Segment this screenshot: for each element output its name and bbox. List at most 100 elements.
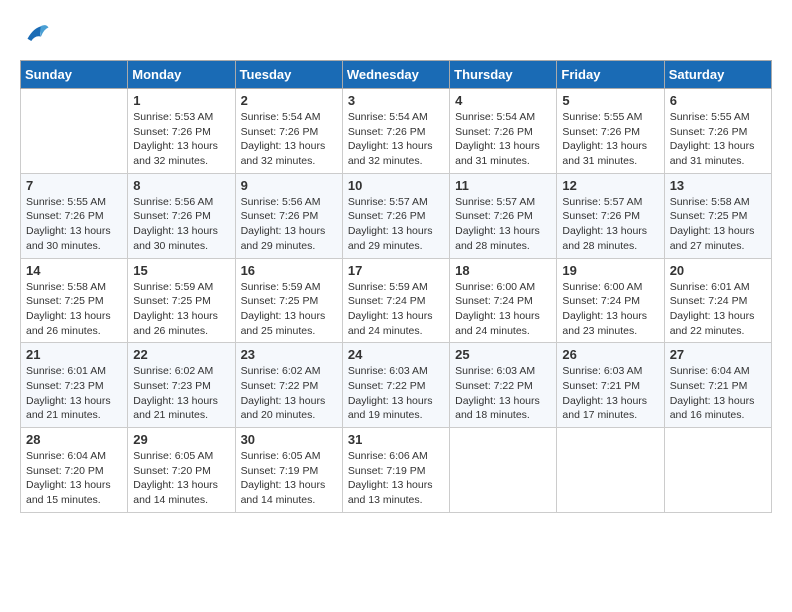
day-number: 13 [670, 178, 766, 193]
sunset-text: Sunset: 7:21 PM [670, 380, 748, 392]
day-info: Sunrise: 6:01 AM Sunset: 7:23 PM Dayligh… [26, 364, 122, 423]
calendar-cell: 7 Sunrise: 5:55 AM Sunset: 7:26 PM Dayli… [21, 173, 128, 258]
day-number: 28 [26, 432, 122, 447]
daylight-text: Daylight: 13 hours and 32 minutes. [241, 140, 326, 167]
day-number: 22 [133, 347, 229, 362]
sunrise-text: Sunrise: 6:06 AM [348, 450, 428, 462]
daylight-text: Daylight: 13 hours and 21 minutes. [26, 395, 111, 422]
sunrise-text: Sunrise: 5:57 AM [562, 196, 642, 208]
daylight-text: Daylight: 13 hours and 30 minutes. [26, 225, 111, 252]
logo-icon [20, 20, 50, 50]
daylight-text: Daylight: 13 hours and 31 minutes. [455, 140, 540, 167]
sunrise-text: Sunrise: 5:53 AM [133, 111, 213, 123]
sunrise-text: Sunrise: 6:03 AM [562, 365, 642, 377]
sunset-text: Sunset: 7:26 PM [455, 126, 533, 138]
day-info: Sunrise: 5:54 AM Sunset: 7:26 PM Dayligh… [241, 110, 337, 169]
day-number: 23 [241, 347, 337, 362]
sunset-text: Sunset: 7:20 PM [133, 465, 211, 477]
calendar-cell: 12 Sunrise: 5:57 AM Sunset: 7:26 PM Dayl… [557, 173, 664, 258]
day-number: 6 [670, 93, 766, 108]
calendar-week-4: 21 Sunrise: 6:01 AM Sunset: 7:23 PM Dayl… [21, 343, 772, 428]
calendar-cell: 18 Sunrise: 6:00 AM Sunset: 7:24 PM Dayl… [450, 258, 557, 343]
day-number: 14 [26, 263, 122, 278]
day-info: Sunrise: 6:05 AM Sunset: 7:20 PM Dayligh… [133, 449, 229, 508]
day-info: Sunrise: 5:55 AM Sunset: 7:26 PM Dayligh… [670, 110, 766, 169]
day-number: 26 [562, 347, 658, 362]
calendar-cell: 23 Sunrise: 6:02 AM Sunset: 7:22 PM Dayl… [235, 343, 342, 428]
day-number: 31 [348, 432, 444, 447]
weekday-header-sunday: Sunday [21, 61, 128, 89]
sunrise-text: Sunrise: 6:02 AM [241, 365, 321, 377]
daylight-text: Daylight: 13 hours and 14 minutes. [133, 479, 218, 506]
sunrise-text: Sunrise: 6:04 AM [26, 450, 106, 462]
day-number: 17 [348, 263, 444, 278]
daylight-text: Daylight: 13 hours and 32 minutes. [348, 140, 433, 167]
day-info: Sunrise: 5:57 AM Sunset: 7:26 PM Dayligh… [455, 195, 551, 254]
day-number: 5 [562, 93, 658, 108]
daylight-text: Daylight: 13 hours and 29 minutes. [241, 225, 326, 252]
sunset-text: Sunset: 7:26 PM [348, 126, 426, 138]
daylight-text: Daylight: 13 hours and 18 minutes. [455, 395, 540, 422]
calendar-cell: 5 Sunrise: 5:55 AM Sunset: 7:26 PM Dayli… [557, 89, 664, 174]
sunset-text: Sunset: 7:26 PM [26, 210, 104, 222]
sunset-text: Sunset: 7:26 PM [133, 126, 211, 138]
day-number: 25 [455, 347, 551, 362]
calendar-cell: 30 Sunrise: 6:05 AM Sunset: 7:19 PM Dayl… [235, 428, 342, 513]
calendar-cell: 15 Sunrise: 5:59 AM Sunset: 7:25 PM Dayl… [128, 258, 235, 343]
weekday-header-wednesday: Wednesday [342, 61, 449, 89]
calendar-cell: 28 Sunrise: 6:04 AM Sunset: 7:20 PM Dayl… [21, 428, 128, 513]
sunrise-text: Sunrise: 5:54 AM [241, 111, 321, 123]
calendar-cell: 17 Sunrise: 5:59 AM Sunset: 7:24 PM Dayl… [342, 258, 449, 343]
weekday-header-thursday: Thursday [450, 61, 557, 89]
sunrise-text: Sunrise: 5:54 AM [455, 111, 535, 123]
daylight-text: Daylight: 13 hours and 21 minutes. [133, 395, 218, 422]
calendar-cell: 20 Sunrise: 6:01 AM Sunset: 7:24 PM Dayl… [664, 258, 771, 343]
day-info: Sunrise: 5:58 AM Sunset: 7:25 PM Dayligh… [26, 280, 122, 339]
sunset-text: Sunset: 7:26 PM [562, 126, 640, 138]
calendar-week-3: 14 Sunrise: 5:58 AM Sunset: 7:25 PM Dayl… [21, 258, 772, 343]
daylight-text: Daylight: 13 hours and 24 minutes. [455, 310, 540, 337]
sunrise-text: Sunrise: 5:57 AM [348, 196, 428, 208]
sunrise-text: Sunrise: 5:59 AM [241, 281, 321, 293]
sunrise-text: Sunrise: 5:55 AM [670, 111, 750, 123]
daylight-text: Daylight: 13 hours and 25 minutes. [241, 310, 326, 337]
calendar-cell: 3 Sunrise: 5:54 AM Sunset: 7:26 PM Dayli… [342, 89, 449, 174]
daylight-text: Daylight: 13 hours and 16 minutes. [670, 395, 755, 422]
sunrise-text: Sunrise: 5:58 AM [670, 196, 750, 208]
day-info: Sunrise: 6:02 AM Sunset: 7:23 PM Dayligh… [133, 364, 229, 423]
calendar-week-2: 7 Sunrise: 5:55 AM Sunset: 7:26 PM Dayli… [21, 173, 772, 258]
sunset-text: Sunset: 7:24 PM [348, 295, 426, 307]
day-number: 12 [562, 178, 658, 193]
calendar-cell: 11 Sunrise: 5:57 AM Sunset: 7:26 PM Dayl… [450, 173, 557, 258]
day-number: 24 [348, 347, 444, 362]
sunrise-text: Sunrise: 6:00 AM [562, 281, 642, 293]
daylight-text: Daylight: 13 hours and 29 minutes. [348, 225, 433, 252]
day-info: Sunrise: 5:56 AM Sunset: 7:26 PM Dayligh… [133, 195, 229, 254]
calendar-cell: 14 Sunrise: 5:58 AM Sunset: 7:25 PM Dayl… [21, 258, 128, 343]
calendar-cell: 9 Sunrise: 5:56 AM Sunset: 7:26 PM Dayli… [235, 173, 342, 258]
day-number: 27 [670, 347, 766, 362]
day-info: Sunrise: 5:55 AM Sunset: 7:26 PM Dayligh… [26, 195, 122, 254]
sunset-text: Sunset: 7:19 PM [348, 465, 426, 477]
sunset-text: Sunset: 7:25 PM [133, 295, 211, 307]
daylight-text: Daylight: 13 hours and 28 minutes. [562, 225, 647, 252]
calendar-cell: 21 Sunrise: 6:01 AM Sunset: 7:23 PM Dayl… [21, 343, 128, 428]
sunrise-text: Sunrise: 5:57 AM [455, 196, 535, 208]
sunset-text: Sunset: 7:26 PM [241, 210, 319, 222]
daylight-text: Daylight: 13 hours and 19 minutes. [348, 395, 433, 422]
sunrise-text: Sunrise: 6:05 AM [133, 450, 213, 462]
sunrise-text: Sunrise: 6:05 AM [241, 450, 321, 462]
daylight-text: Daylight: 13 hours and 26 minutes. [133, 310, 218, 337]
page-header [20, 20, 772, 50]
calendar-cell [557, 428, 664, 513]
day-info: Sunrise: 5:56 AM Sunset: 7:26 PM Dayligh… [241, 195, 337, 254]
sunrise-text: Sunrise: 6:01 AM [670, 281, 750, 293]
calendar-cell: 16 Sunrise: 5:59 AM Sunset: 7:25 PM Dayl… [235, 258, 342, 343]
day-number: 30 [241, 432, 337, 447]
sunrise-text: Sunrise: 5:58 AM [26, 281, 106, 293]
sunset-text: Sunset: 7:24 PM [455, 295, 533, 307]
daylight-text: Daylight: 13 hours and 26 minutes. [26, 310, 111, 337]
sunrise-text: Sunrise: 5:56 AM [241, 196, 321, 208]
calendar-cell: 24 Sunrise: 6:03 AM Sunset: 7:22 PM Dayl… [342, 343, 449, 428]
sunrise-text: Sunrise: 6:03 AM [455, 365, 535, 377]
